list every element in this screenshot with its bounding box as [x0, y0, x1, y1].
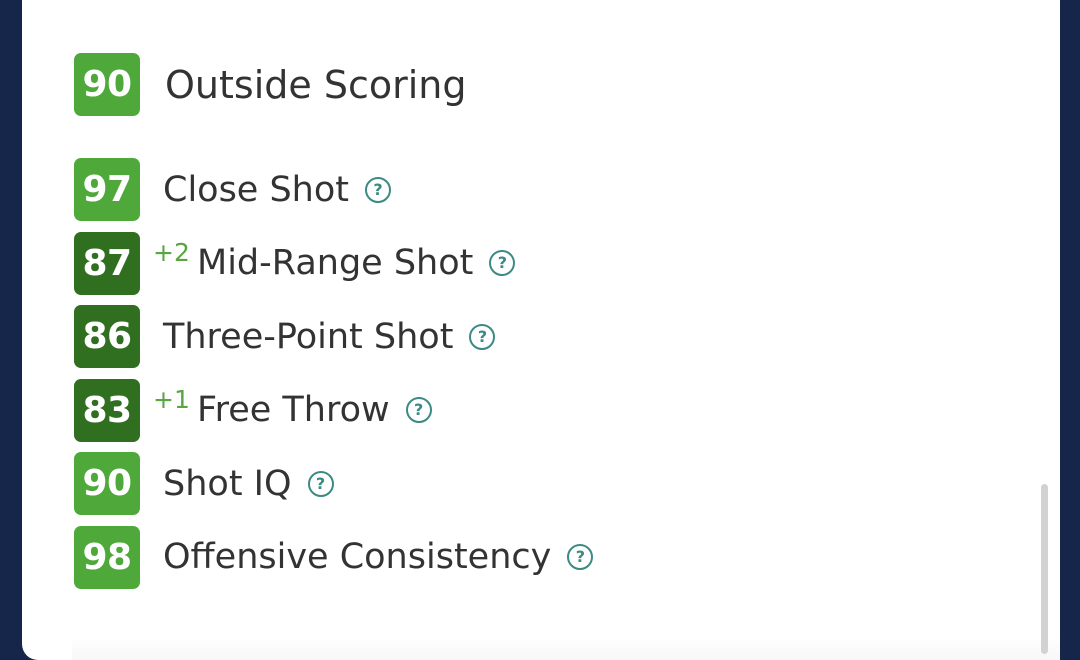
attribute-row-free-throw: 83 +1 Free Throw ? [74, 378, 593, 442]
attribute-row-mid-range-shot: 87 +2 Mid-Range Shot ? [74, 231, 593, 295]
question-circle-icon[interactable]: ? [489, 250, 516, 276]
card-footer-shade [72, 638, 1060, 660]
attribute-rating-badge: 97 [74, 158, 140, 221]
attribute-label: Mid-Range Shot [197, 243, 474, 283]
attribute-boost: +1 [153, 384, 190, 414]
attribute-list: 97 Close Shot ? 87 +2 Mid-Range Shot ? 8… [74, 158, 594, 599]
attribute-row-three-point-shot: 86 Three-Point Shot ? [74, 305, 593, 368]
attribute-label: Offensive Consistency [163, 537, 552, 577]
attribute-label: Close Shot [163, 169, 350, 210]
attribute-label: Three-Point Shot [163, 316, 454, 357]
attribute-boost: +2 [153, 237, 190, 267]
question-circle-icon[interactable]: ? [567, 544, 594, 570]
scrollbar-thumb[interactable] [1041, 484, 1048, 654]
attribute-row-offensive-consistency: 98 Offensive Consistency ? [74, 525, 594, 589]
attribute-label: Free Throw [197, 390, 390, 430]
attribute-rating-badge: 87 [74, 231, 140, 295]
attribute-rating-badge: 86 [74, 305, 140, 368]
question-circle-icon[interactable]: ? [365, 176, 392, 203]
attribute-rating-badge: 83 [74, 378, 140, 442]
question-circle-icon[interactable]: ? [469, 323, 496, 350]
attribute-rating-badge: 98 [74, 525, 140, 589]
question-circle-icon[interactable]: ? [405, 397, 432, 423]
category-rating-badge: 90 [74, 53, 140, 116]
category-header: 90 Outside Scoring [74, 53, 466, 116]
attribute-label: Shot IQ [163, 463, 292, 504]
attribute-row-shot-iq: 90 Shot IQ ? [74, 452, 593, 515]
attribute-rating-badge: 90 [74, 452, 140, 515]
attribute-row-close-shot: 97 Close Shot ? [74, 158, 593, 221]
category-title: Outside Scoring [165, 62, 467, 107]
question-circle-icon[interactable]: ? [307, 470, 334, 497]
